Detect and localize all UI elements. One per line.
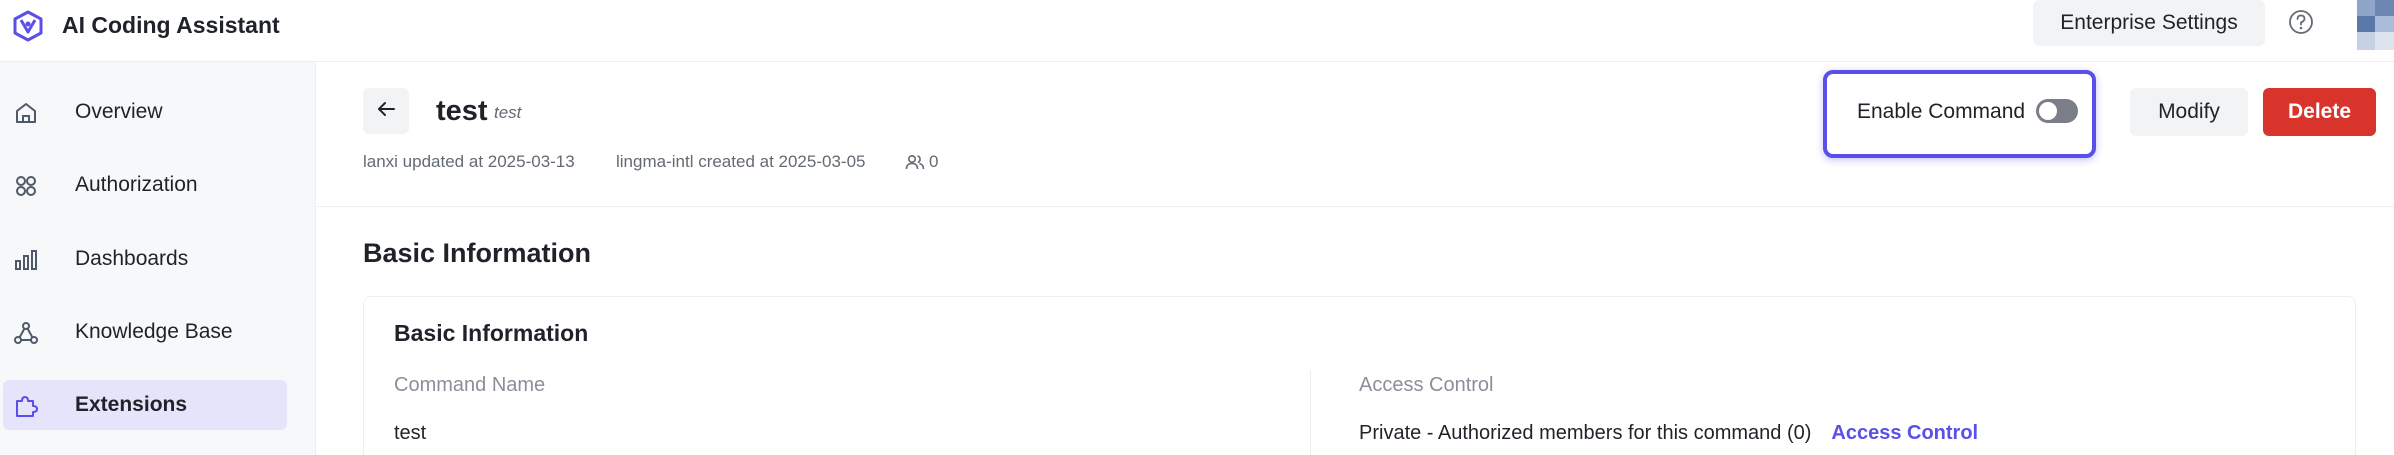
access-control-value-row: Private - Authorized members for this co… xyxy=(1359,422,1978,445)
sidebar-item-overview[interactable]: Overview xyxy=(3,87,287,137)
delete-button[interactable]: Delete xyxy=(2263,88,2376,136)
page-title: test xyxy=(436,95,488,127)
member-count: 0 xyxy=(929,152,939,171)
enterprise-settings-button[interactable]: Enterprise Settings xyxy=(2033,0,2265,46)
home-icon xyxy=(13,100,39,126)
app-title: AI Coding Assistant xyxy=(62,12,280,38)
section-title: Basic Information xyxy=(363,238,592,268)
card-title: Basic Information xyxy=(394,320,589,346)
column-divider xyxy=(1310,370,1311,455)
header-divider xyxy=(317,206,2394,207)
command-name-label: Command Name xyxy=(394,374,546,396)
sidebar-item-label: Overview xyxy=(75,100,163,123)
help-icon[interactable] xyxy=(2287,8,2315,36)
access-control-link[interactable]: Access Control xyxy=(1831,422,1978,444)
arrow-left-icon xyxy=(374,97,398,126)
updated-info: lanxi updated at 2025-03-13 xyxy=(363,152,575,171)
app-logo-icon[interactable] xyxy=(10,8,46,44)
top-header: AI Coding Assistant Enterprise Settings xyxy=(0,0,2394,62)
access-control-value: Private - Authorized members for this co… xyxy=(1359,422,1812,444)
sidebar-item-label: Authorization xyxy=(75,173,198,196)
puzzle-icon xyxy=(13,393,39,419)
sidebar-item-dashboards[interactable]: Dashboards xyxy=(3,234,287,284)
users-icon xyxy=(905,152,925,172)
enable-command-label: Enable Command xyxy=(1857,100,2026,123)
enable-command-toggle[interactable] xyxy=(2036,99,2078,123)
sidebar-item-authorization[interactable]: Authorization xyxy=(3,160,287,210)
sidebar: Overview Authorization Dashboards Knowle… xyxy=(0,62,316,455)
toggle-knob xyxy=(2039,102,2057,120)
grid-icon xyxy=(13,173,39,199)
network-icon xyxy=(13,320,39,346)
avatar[interactable] xyxy=(2357,0,2394,50)
sidebar-item-label: Dashboards xyxy=(75,247,189,270)
sidebar-item-label: Knowledge Base xyxy=(75,320,233,343)
sidebar-item-knowledge-base[interactable]: Knowledge Base xyxy=(3,307,287,357)
modify-button[interactable]: Modify xyxy=(2130,88,2248,136)
sidebar-item-label: Extensions xyxy=(75,393,188,416)
bar-chart-icon xyxy=(13,247,39,273)
sidebar-item-extensions[interactable]: Extensions xyxy=(3,380,287,430)
command-name-value: test xyxy=(394,422,427,444)
back-button[interactable] xyxy=(363,88,409,134)
page-subtitle: test xyxy=(494,103,522,122)
access-control-label: Access Control xyxy=(1359,374,1494,396)
created-info: lingma-intl created at 2025-03-05 xyxy=(616,152,866,171)
